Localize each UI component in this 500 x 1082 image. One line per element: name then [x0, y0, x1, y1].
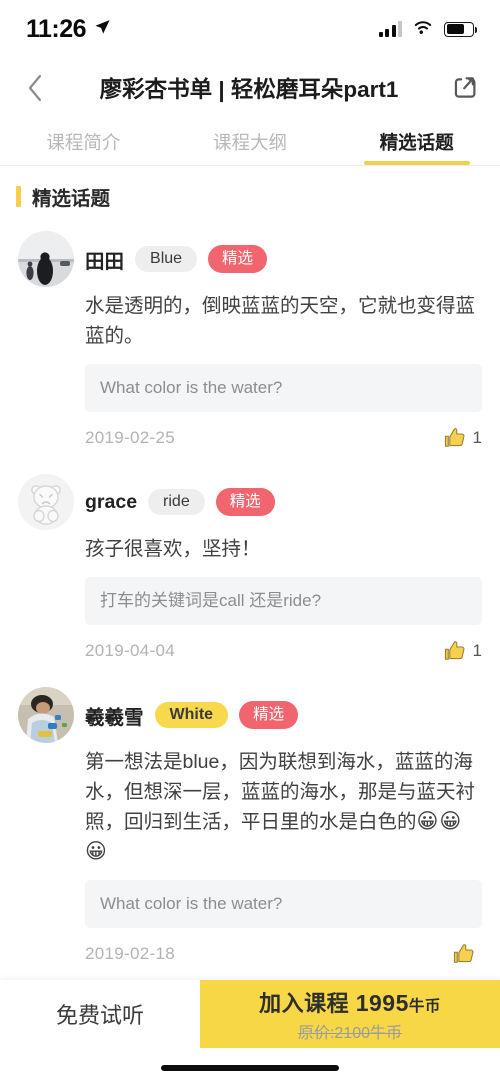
comment-question: What color is the water?	[85, 880, 482, 928]
page-title: 廖彩杏书单 | 轻松磨耳朵part1	[99, 77, 399, 102]
join-course-label: 加入课程	[259, 990, 350, 1016]
comment-footer: 2019-02-18	[85, 928, 482, 984]
featured-badge: 精选	[215, 488, 275, 516]
join-course-unit: 牛币	[408, 997, 441, 1015]
comment-tag: Blue	[135, 246, 198, 272]
like-button[interactable]	[451, 941, 482, 967]
share-button[interactable]	[446, 70, 482, 106]
comment-date: 2019-02-18	[85, 944, 175, 963]
wifi-icon	[412, 18, 434, 40]
tab-course-intro[interactable]: 课程简介	[0, 118, 167, 165]
tab-bar: 课程简介 课程大纲 精选话题	[0, 118, 500, 166]
avatar[interactable]	[18, 687, 74, 743]
featured-badge: 精选	[239, 701, 299, 729]
tab-course-outline[interactable]: 课程大纲	[167, 118, 334, 165]
comment-body: 水是透明的，倒映蓝蓝的天空，它就也变得蓝蓝的。 What color is th…	[18, 291, 482, 468]
comment-tag: ride	[148, 489, 205, 515]
status-time: 11:26	[26, 14, 87, 43]
comment-tag: White	[154, 702, 229, 728]
comment-body: 第一想法是blue，因为联想到海水，蓝蓝的海水，但想深一层，蓝蓝的海水，那是与蓝…	[18, 747, 482, 984]
comment-date: 2019-04-04	[85, 641, 175, 660]
app-screen: 11:26 廖彩杏书单 | 轻松磨耳朵part1 课程简介 课程大纲 精选话题 …	[0, 0, 500, 1082]
comment-list: 田田 Blue 精选 水是透明的，倒映蓝蓝的天空，它就也变得蓝蓝的。 What …	[0, 225, 500, 1018]
thumbs-up-icon	[444, 428, 465, 447]
comment-item[interactable]: grace ride 精选 孩子很喜欢，坚持！ 打车的关键词是call 还是ri…	[0, 468, 500, 681]
thumbs-up-icon	[444, 641, 465, 660]
comment-footer: 2019-04-04 1	[85, 625, 482, 681]
section-title: 精选话题	[32, 188, 111, 210]
join-course-button[interactable]: 加入课程 1995牛币 原价:2100牛币	[200, 980, 500, 1048]
featured-badge: 精选	[208, 245, 268, 273]
comment-text: 第一想法是blue，因为联想到海水，蓝蓝的海水，但想深一层，蓝蓝的海水，那是与蓝…	[85, 747, 482, 867]
section-header: 精选话题	[0, 166, 500, 225]
share-icon	[454, 77, 476, 98]
comment-header: 羲羲雪 White 精选	[18, 687, 482, 743]
status-bar-left: 11:26	[26, 15, 111, 44]
avatar[interactable]	[18, 474, 74, 530]
back-button[interactable]	[18, 71, 52, 105]
navigation-bar: 廖彩杏书单 | 轻松磨耳朵part1	[0, 58, 500, 118]
comment-question: What color is the water?	[85, 364, 482, 412]
comment-date: 2019-02-25	[85, 428, 175, 447]
avatar[interactable]	[18, 231, 74, 287]
comment-question: 打车的关键词是call 还是ride?	[85, 577, 482, 625]
like-button[interactable]: 1	[442, 638, 482, 664]
status-bar: 11:26	[0, 0, 500, 58]
comment-header: grace ride 精选	[18, 474, 482, 530]
comment-item[interactable]: 田田 Blue 精选 水是透明的，倒映蓝蓝的天空，它就也变得蓝蓝的。 What …	[0, 225, 500, 468]
like-count: 1	[472, 428, 482, 447]
comment-text: 水是透明的，倒映蓝蓝的天空，它就也变得蓝蓝的。	[85, 295, 476, 347]
section-accent-bar	[16, 186, 21, 207]
location-arrow-icon	[94, 18, 111, 40]
like-button[interactable]: 1	[442, 425, 482, 451]
comment-body: 孩子很喜欢，坚持！ 打车的关键词是call 还是ride? 2019-04-04…	[18, 534, 482, 681]
join-course-main-label: 加入课程 1995牛币	[259, 986, 441, 1018]
comment-item[interactable]: 羲羲雪 White 精选 第一想法是blue，因为联想到海水，蓝蓝的海水，但想深…	[0, 681, 500, 984]
status-bar-right	[378, 18, 478, 40]
chevron-left-icon	[28, 74, 42, 102]
thumbs-up-icon	[453, 944, 474, 963]
comment-author: 羲羲雪	[85, 706, 144, 729]
tab-featured-topics[interactable]: 精选话题	[333, 118, 500, 165]
comment-header: 田田 Blue 精选	[18, 231, 482, 287]
like-count: 1	[472, 641, 482, 660]
join-course-price: 1995	[355, 989, 409, 1016]
home-indicator	[161, 1065, 339, 1071]
free-trial-button[interactable]: 免费试听	[0, 980, 200, 1048]
cellular-signal-icon	[378, 21, 402, 37]
comment-author: grace	[85, 490, 138, 513]
comment-text: 孩子很喜欢，坚持！	[85, 538, 261, 560]
bottom-action-bar: 免费试听 加入课程 1995牛币 原价:2100牛币	[0, 980, 500, 1082]
comment-author: 田田	[85, 250, 125, 273]
battery-icon	[444, 21, 478, 37]
original-price: 原价:2100牛币	[297, 1024, 403, 1042]
comment-footer: 2019-02-25 1	[85, 412, 482, 468]
